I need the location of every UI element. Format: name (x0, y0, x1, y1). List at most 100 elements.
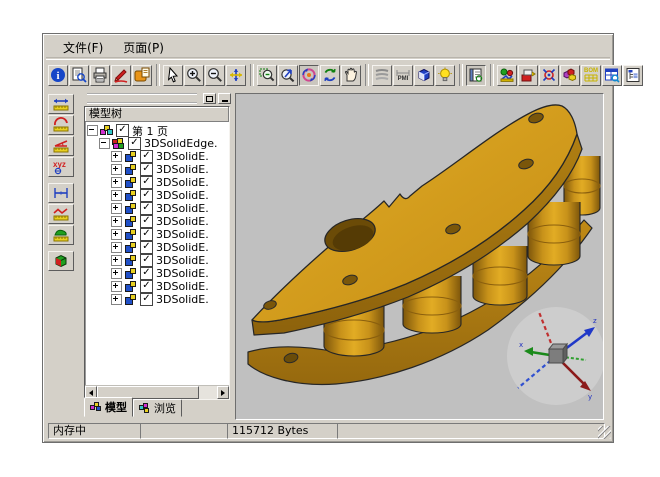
tree-part-row[interactable]: 3DSolidE. (85, 163, 229, 176)
expand-icon[interactable] (111, 216, 122, 227)
zoom-window-button[interactable] (257, 65, 277, 86)
info-button[interactable]: i (48, 65, 68, 86)
section-view-icon (51, 253, 71, 269)
measure-between-button[interactable] (48, 183, 74, 203)
tree-part-row[interactable]: 3DSolidE. (85, 228, 229, 241)
tab-model[interactable]: 模型 (84, 397, 133, 417)
status-size: 115712 Bytes (227, 423, 343, 439)
measure-coordinate-button[interactable]: xyz (48, 157, 74, 177)
part-checkbox[interactable] (140, 189, 153, 202)
pan-button[interactable] (226, 65, 246, 86)
explode-view-button[interactable] (560, 65, 580, 86)
panel-grip-handle[interactable] (87, 93, 197, 104)
part-checkbox[interactable] (140, 150, 153, 163)
tree-page-row[interactable]: 第 1 页 (85, 124, 229, 137)
refresh-button[interactable] (320, 65, 340, 86)
measure-radius-button[interactable] (48, 115, 74, 135)
move-part-button[interactable] (518, 65, 538, 86)
part-checkbox[interactable] (140, 241, 153, 254)
panel-hide-button[interactable] (218, 93, 231, 104)
part-checkbox[interactable] (140, 254, 153, 267)
zoom-out-button[interactable] (205, 65, 225, 86)
zoom-dynamic-button[interactable] (278, 65, 298, 86)
tree-part-label: 3DSolidE. (156, 293, 209, 306)
structure-tree-button[interactable] (623, 65, 643, 86)
hand-pan-icon (343, 67, 359, 83)
part-checkbox[interactable] (140, 280, 153, 293)
tree-part-row[interactable]: 3DSolidE. (85, 267, 229, 280)
zoom-in-button[interactable] (184, 65, 204, 86)
tree-assembly-row[interactable]: 3DSolidEdge. (85, 137, 229, 150)
measure-area-button[interactable] (48, 225, 74, 245)
page-checkbox[interactable] (116, 124, 129, 137)
tree-part-row[interactable]: 3DSolidE. (85, 254, 229, 267)
part-checkbox[interactable] (140, 163, 153, 176)
print-button[interactable] (90, 65, 110, 86)
tree-part-row[interactable]: 3DSolidE. (85, 280, 229, 293)
expand-icon[interactable] (111, 203, 122, 214)
collapse-icon[interactable] (87, 125, 98, 136)
toolbar-separator (250, 64, 254, 86)
menu-file[interactable]: 文件(F) (56, 37, 110, 58)
panel-float-button[interactable] (203, 93, 216, 104)
select-cursor-icon (165, 67, 181, 83)
tree-part-row[interactable]: 3DSolidE. (85, 150, 229, 163)
tree-part-row[interactable]: 3DSolidE. (85, 241, 229, 254)
part-checkbox[interactable] (140, 202, 153, 215)
section-view-button[interactable] (48, 251, 74, 271)
expand-icon[interactable] (111, 151, 122, 162)
tree-part-label: 3DSolidE. (156, 176, 209, 189)
layers-button[interactable] (372, 65, 392, 86)
menu-page[interactable]: 页面(P) (116, 37, 171, 58)
select-cursor-button[interactable] (163, 65, 183, 86)
document-preview-button[interactable] (69, 65, 89, 86)
snapshot-button[interactable] (497, 65, 517, 86)
expand-icon[interactable] (111, 242, 122, 253)
measure-angle-button[interactable] (48, 136, 74, 156)
part-cube-icon (124, 281, 138, 293)
lighting-button[interactable] (435, 65, 455, 86)
status-field-2 (140, 423, 233, 439)
part-checkbox[interactable] (140, 293, 153, 306)
part-cube-icon (124, 242, 138, 254)
tree-part-row[interactable]: 3DSolidE. (85, 176, 229, 189)
tree-part-row[interactable]: 3DSolidE. (85, 189, 229, 202)
part-checkbox[interactable] (140, 228, 153, 241)
scroll-right-button[interactable] (217, 386, 229, 399)
center-target-button[interactable] (539, 65, 559, 86)
tree-part-row[interactable]: 3DSolidE. (85, 202, 229, 215)
tree-part-row[interactable]: 3DSolidE. (85, 293, 229, 306)
tab-browse[interactable]: 浏览 (133, 399, 182, 417)
expand-icon[interactable] (111, 177, 122, 188)
expand-icon[interactable] (111, 255, 122, 266)
viewport-3d[interactable]: z y x (235, 93, 604, 420)
measure-polyline-button[interactable] (48, 204, 74, 224)
pmi-button[interactable]: PMI (393, 65, 413, 86)
part-checkbox[interactable] (140, 176, 153, 189)
measure-distance-button[interactable] (48, 94, 74, 114)
expand-icon[interactable] (111, 229, 122, 240)
bom-button[interactable]: BOM (581, 65, 601, 86)
stamp-button[interactable] (132, 65, 152, 86)
notebook-button[interactable] (466, 65, 486, 86)
expand-icon[interactable] (111, 190, 122, 201)
expand-icon[interactable] (111, 294, 122, 305)
markup-pen-button[interactable] (111, 65, 131, 86)
collapse-icon[interactable] (99, 138, 110, 149)
print-icon (92, 67, 108, 83)
part-cube-icon (124, 151, 138, 163)
part-checkbox[interactable] (140, 215, 153, 228)
resize-grip[interactable] (598, 426, 611, 439)
measure-radius-icon (51, 117, 71, 133)
hand-pan-button[interactable] (341, 65, 361, 86)
expand-icon[interactable] (111, 164, 122, 175)
expand-icon[interactable] (111, 268, 122, 279)
part-checkbox[interactable] (140, 267, 153, 280)
parts-table-button[interactable] (602, 65, 622, 86)
assembly-checkbox[interactable] (128, 137, 141, 150)
notebook-icon (468, 67, 484, 83)
view-cube-button[interactable] (414, 65, 434, 86)
tree-part-row[interactable]: 3DSolidE. (85, 215, 229, 228)
rotate-view-button[interactable] (299, 65, 319, 86)
expand-icon[interactable] (111, 281, 122, 292)
